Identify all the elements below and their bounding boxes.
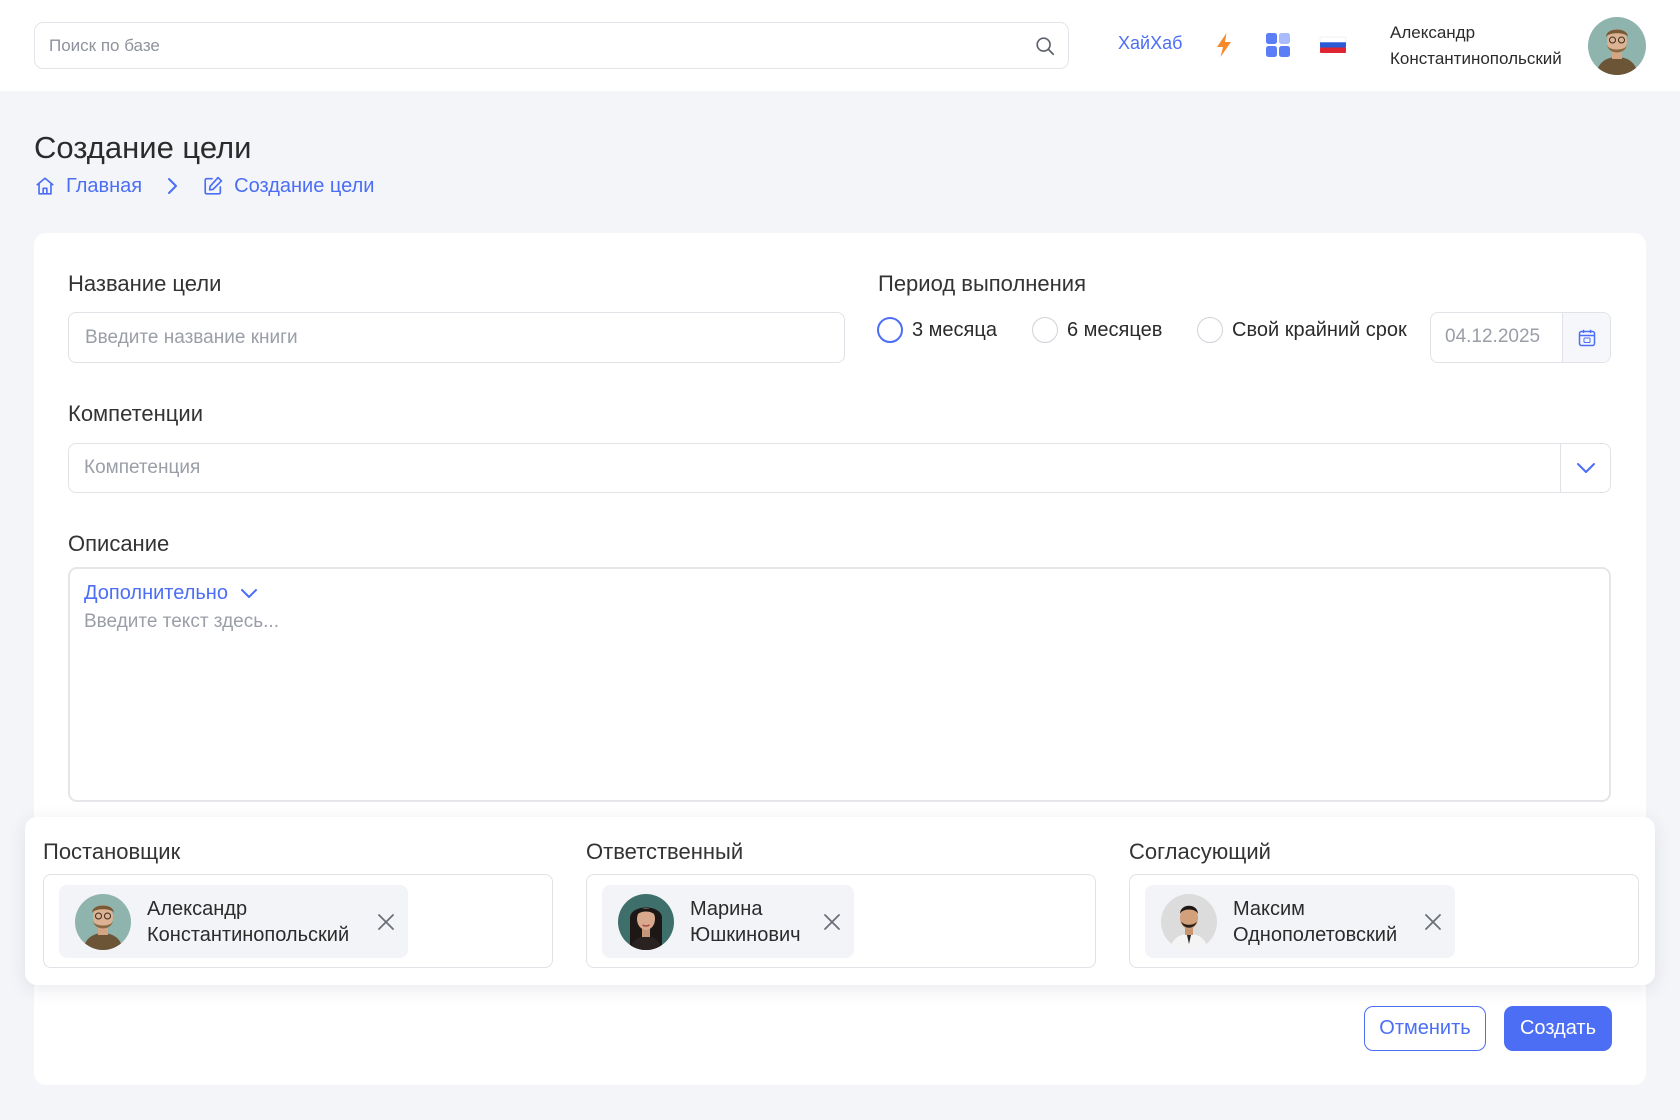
goal-name-label: Название цели xyxy=(68,271,222,296)
responsible-label: Ответственный xyxy=(586,839,744,864)
search-icon[interactable] xyxy=(1034,35,1056,57)
remove-assigner-button[interactable] xyxy=(375,911,397,933)
user-first-name: Александр xyxy=(1390,23,1476,42)
approver-first-name: Максим xyxy=(1233,898,1305,920)
assigner-chip[interactable]: Александр Константинопольский xyxy=(59,885,408,958)
radio-3-months[interactable]: 3 месяца xyxy=(877,317,997,343)
page-title: Создание цели xyxy=(34,130,252,165)
radio-custom-deadline[interactable]: Свой крайний срок xyxy=(1197,317,1407,343)
responsible-chip[interactable]: Марина Юшкинович xyxy=(602,885,854,958)
competencies-label: Компетенции xyxy=(68,401,203,426)
assigner-label: Постановщик xyxy=(43,839,181,864)
close-icon xyxy=(378,914,394,930)
cancel-button[interactable]: Отменить xyxy=(1364,1006,1486,1051)
description-textarea[interactable] xyxy=(84,611,1584,781)
close-icon xyxy=(824,914,840,930)
remove-approver-button[interactable] xyxy=(1422,911,1444,933)
radio-custom-deadline-label: Свой крайний срок xyxy=(1232,318,1407,341)
breadcrumb-home[interactable]: Главная xyxy=(34,175,142,198)
apps-grid-icon[interactable] xyxy=(1263,30,1293,60)
search-bar[interactable] xyxy=(34,22,1069,69)
breadcrumb-current[interactable]: Создание цели xyxy=(202,175,374,198)
radio-3-months-label: 3 месяца xyxy=(912,318,997,341)
responsible-last-name: Юшкинович xyxy=(690,924,801,946)
hub-link[interactable]: ХайХаб xyxy=(1118,33,1182,54)
period-label: Период выполнения xyxy=(878,271,1087,296)
assigner-first-name: Александр xyxy=(147,898,248,920)
radio-3-months-circle[interactable] xyxy=(877,317,903,343)
radio-6-months-circle[interactable] xyxy=(1032,317,1058,343)
competencies-placeholder: Компетенция xyxy=(84,457,201,478)
top-header: ХайХаб Александр Константинопольский xyxy=(0,0,1680,91)
description-more-toggle[interactable]: Дополнительно xyxy=(84,582,258,605)
responsible-first-name: Марина xyxy=(690,898,763,920)
deadline-date-value: 04.12.2025 xyxy=(1445,326,1541,347)
breadcrumb: Главная Создание цели xyxy=(34,173,374,199)
description-more-label: Дополнительно xyxy=(84,582,228,604)
russian-flag-icon[interactable] xyxy=(1318,30,1348,60)
calendar-icon xyxy=(1578,329,1595,346)
user-avatar[interactable] xyxy=(1588,17,1646,75)
close-icon xyxy=(1425,914,1441,930)
goal-name-field[interactable] xyxy=(68,312,845,363)
radio-custom-deadline-circle[interactable] xyxy=(1197,317,1223,343)
remove-responsible-button[interactable] xyxy=(821,911,843,933)
approver-last-name: Однополетовский xyxy=(1233,924,1398,946)
deadline-date-field[interactable]: 04.12.2025 xyxy=(1430,312,1611,363)
participants-panel: Постановщик Александр Константинопольски… xyxy=(25,817,1655,985)
assigner-field[interactable]: Александр Константинопольский xyxy=(43,874,553,968)
lightning-icon[interactable] xyxy=(1209,30,1239,60)
avatar xyxy=(75,894,131,950)
responsible-field[interactable]: Марина Юшкинович xyxy=(586,874,1096,968)
approver-field[interactable]: Максим Однополетовский xyxy=(1129,874,1639,968)
assigner-name: Александр Константинопольский xyxy=(147,896,349,948)
approver-label: Согласующий xyxy=(1129,839,1271,864)
search-input[interactable] xyxy=(49,23,1009,68)
description-label: Описание xyxy=(68,531,170,556)
create-button[interactable]: Создать xyxy=(1504,1006,1612,1051)
user-last-name: Константинопольский xyxy=(1390,49,1562,68)
home-icon xyxy=(36,177,54,195)
assigner-last-name: Константинопольский xyxy=(147,924,350,946)
competencies-select[interactable]: Компетенция xyxy=(68,443,1611,493)
chevron-down-icon xyxy=(1576,463,1595,473)
approver-name: Максим Однополетовский xyxy=(1233,896,1397,948)
avatar xyxy=(618,894,674,950)
radio-6-months-label: 6 месяцев xyxy=(1067,318,1163,341)
breadcrumb-home-label: Главная xyxy=(66,174,143,197)
breadcrumb-current-label: Создание цели xyxy=(234,174,375,197)
approver-chip[interactable]: Максим Однополетовский xyxy=(1145,885,1455,958)
edit-icon xyxy=(204,176,223,195)
competencies-dropdown-button[interactable] xyxy=(1560,444,1610,492)
calendar-button[interactable] xyxy=(1562,313,1610,362)
avatar xyxy=(1161,894,1217,950)
chevron-right-icon xyxy=(168,178,178,194)
radio-6-months[interactable]: 6 месяцев xyxy=(1032,317,1162,343)
responsible-name: Марина Юшкинович xyxy=(690,896,801,948)
goal-name-input[interactable] xyxy=(69,313,844,362)
user-name[interactable]: Александр Константинопольский xyxy=(1390,20,1562,72)
chevron-down-icon xyxy=(240,589,257,598)
description-editor[interactable]: Дополнительно xyxy=(68,567,1611,802)
